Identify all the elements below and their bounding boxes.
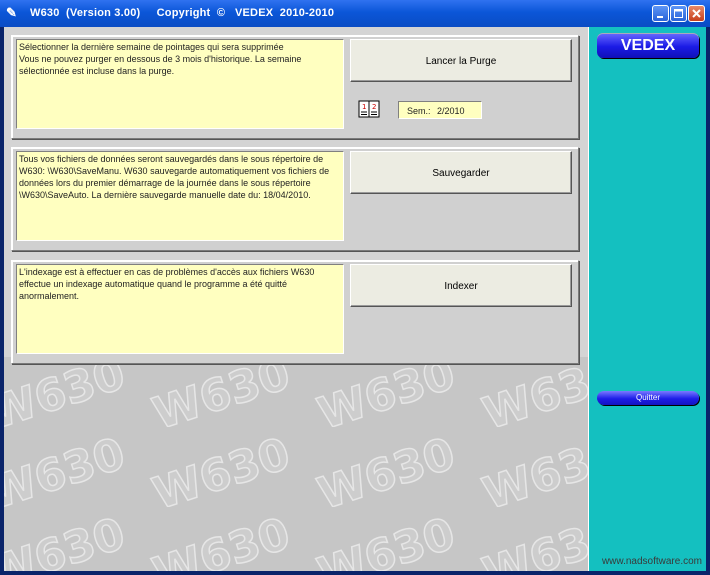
calendar-icon[interactable]: 1 2: [358, 100, 380, 118]
index-description: L'indexage est à effectuer en cas de pro…: [16, 264, 344, 354]
purge-panel: Sélectionner la dernière semaine de poin…: [11, 35, 579, 139]
minimize-icon: [657, 16, 663, 18]
save-description: Tous vos fichiers de données seront sauv…: [16, 151, 344, 241]
quit-button[interactable]: Quitter: [597, 391, 699, 405]
maximize-button[interactable]: [670, 5, 687, 22]
index-panel: L'indexage est à effectuer en cas de pro…: [11, 260, 579, 364]
week-value: 2/2010: [437, 106, 465, 116]
maximize-icon: [674, 9, 683, 18]
svg-text:2: 2: [372, 103, 376, 111]
week-label: Sem.:: [407, 106, 431, 116]
minimize-button[interactable]: [652, 5, 669, 22]
close-icon: [692, 9, 701, 18]
window-title: W630 (Version 3.00) Copyright © VEDEX 20…: [30, 7, 335, 19]
week-field[interactable]: Sem.: 2/2010: [398, 101, 482, 119]
save-button[interactable]: Sauvegarder: [350, 151, 572, 194]
index-button[interactable]: Indexer: [350, 264, 572, 307]
save-panel: Tous vos fichiers de données seront sauv…: [11, 147, 579, 251]
svg-text:1: 1: [362, 103, 366, 111]
website-text: www.nadsoftware.com: [601, 556, 702, 567]
client-area: W630 Sélectionner la dernière semaine de…: [4, 27, 706, 571]
close-button[interactable]: [688, 5, 705, 22]
title-bar[interactable]: ✎ W630 (Version 3.00) Copyright © VEDEX …: [0, 0, 710, 27]
vedex-logo: VEDEX: [597, 33, 699, 58]
purge-description: Sélectionner la dernière semaine de poin…: [16, 39, 344, 129]
sidebar: VEDEX Quitter: [588, 27, 706, 571]
app-icon[interactable]: ✎: [6, 6, 20, 20]
application-window: ✎ W630 (Version 3.00) Copyright © VEDEX …: [0, 0, 710, 575]
purge-button[interactable]: Lancer la Purge: [350, 39, 572, 82]
